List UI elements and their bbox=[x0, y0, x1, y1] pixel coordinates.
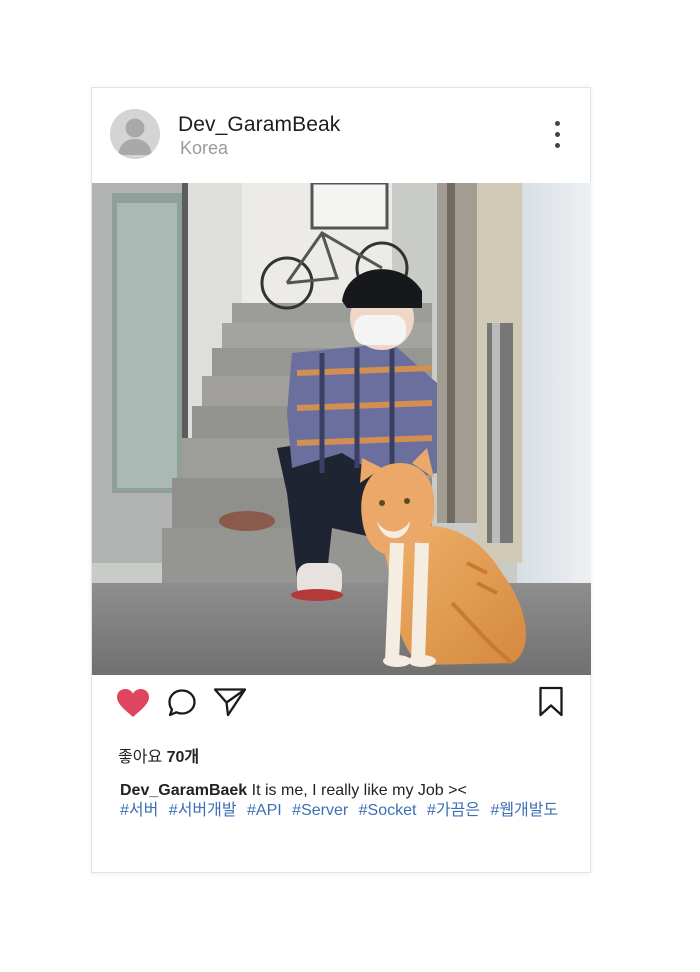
caption-text: It is me, I really like my Job >< bbox=[251, 782, 467, 799]
avatar[interactable] bbox=[110, 109, 160, 159]
caption-username[interactable]: Dev_GaramBaek bbox=[120, 782, 247, 799]
like-button[interactable] bbox=[116, 688, 150, 723]
post-header: Dev_GaramBeak Korea bbox=[92, 88, 590, 183]
post-caption: Dev_GaramBaek It is me, I really like my… bbox=[120, 780, 467, 801]
post-image bbox=[92, 183, 591, 675]
hashtag[interactable]: #가끔은 bbox=[427, 802, 480, 819]
post-card: Dev_GaramBeak Korea 좋아요 70개 Dev_GaramBae… bbox=[91, 87, 591, 873]
more-options-button[interactable] bbox=[550, 121, 564, 151]
likes-number: 70개 bbox=[166, 749, 200, 766]
post-username[interactable]: Dev_GaramBeak bbox=[178, 113, 340, 137]
hashtag[interactable]: #API bbox=[247, 802, 282, 819]
heart-icon bbox=[117, 689, 149, 717]
post-photo[interactable] bbox=[92, 183, 591, 675]
hashtag[interactable]: #서버 bbox=[120, 802, 158, 819]
more-vertical-icon bbox=[550, 121, 564, 148]
hashtag-list: #서버 #서버개발 #API #Server #Socket #가끔은 #웹개발… bbox=[120, 800, 564, 821]
hashtag[interactable]: #Socket bbox=[359, 802, 417, 819]
hashtag[interactable]: #웹개발도 bbox=[490, 802, 558, 819]
default-avatar-icon bbox=[110, 109, 160, 159]
save-button[interactable] bbox=[538, 686, 564, 723]
bookmark-icon bbox=[539, 686, 563, 717]
post-actions bbox=[92, 675, 590, 735]
likes-label: 좋아요 bbox=[118, 749, 163, 766]
likes-count[interactable]: 좋아요 70개 bbox=[118, 743, 199, 767]
hashtag[interactable]: #Server bbox=[292, 802, 348, 819]
hashtag[interactable]: #서버개발 bbox=[169, 802, 237, 819]
comment-icon bbox=[168, 689, 196, 717]
send-icon bbox=[213, 688, 247, 717]
share-button[interactable] bbox=[213, 687, 247, 722]
comment-button[interactable] bbox=[167, 688, 197, 723]
post-location[interactable]: Korea bbox=[180, 138, 228, 159]
